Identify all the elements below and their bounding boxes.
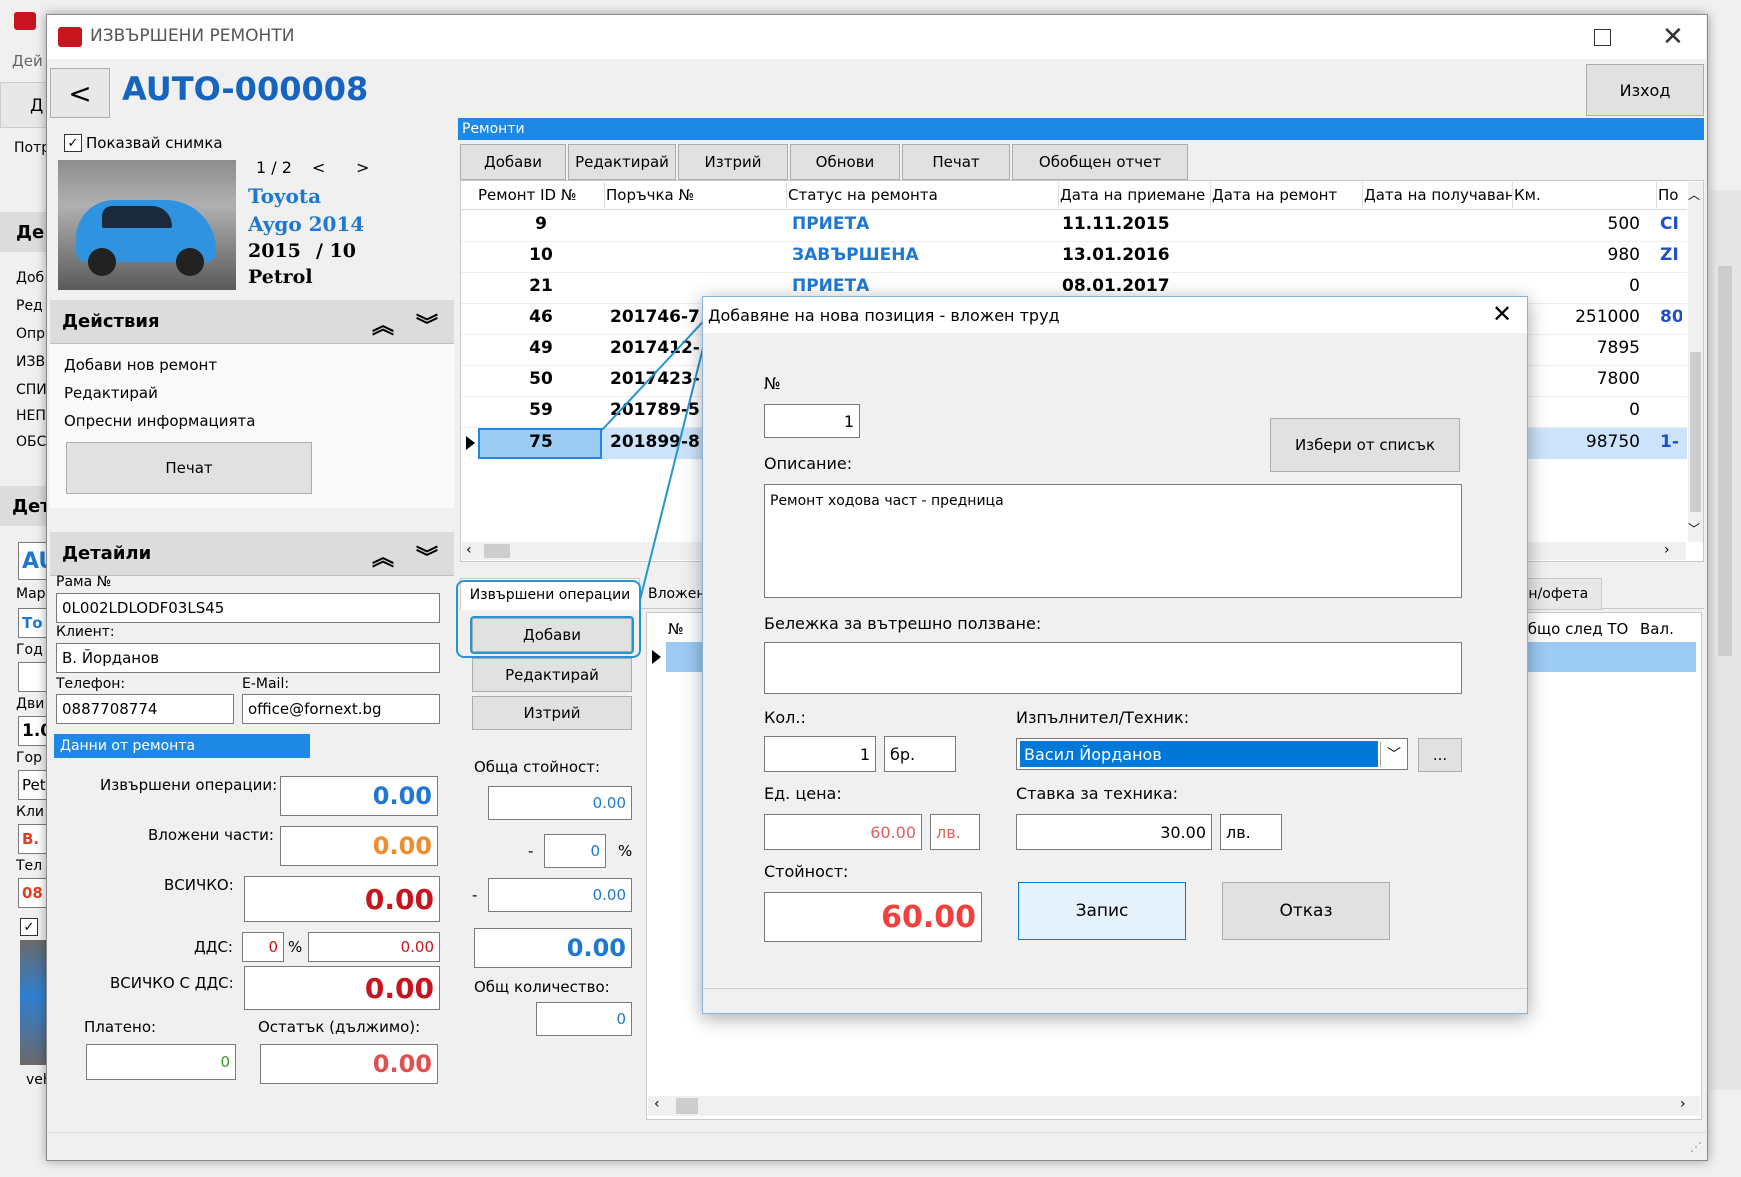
dialog-qty-label: Кол.:	[764, 708, 806, 727]
tech-browse-button[interactable]: ...	[1418, 738, 1462, 772]
dialog-title: Добавяне на нова позиция - вложен труд	[708, 306, 1060, 325]
dialog-no-label: №	[764, 374, 781, 393]
dialog-price-field[interactable]: 60.00	[764, 814, 922, 850]
tech-select-value: Васил Йорданов	[1020, 741, 1378, 767]
dialog-save-button[interactable]: Запис	[1018, 882, 1186, 940]
dialog-value-label: Стойност:	[764, 862, 849, 881]
dialog-rate-field[interactable]: 30.00	[1016, 814, 1212, 850]
dialog-close-icon[interactable]: ✕	[1492, 300, 1512, 328]
dialog-no-field[interactable]: 1	[764, 404, 860, 438]
dialog-note-field[interactable]	[764, 642, 1462, 694]
dialog-tech-label: Изпълнител/Техник:	[1016, 708, 1190, 727]
dialog-desc-label: Описание:	[764, 454, 853, 473]
dialog-value-field: 60.00	[764, 892, 982, 942]
dialog-note-label: Бележка за вътрешно ползване:	[764, 614, 1042, 633]
dialog-rate-currency: лв.	[1220, 814, 1282, 850]
dialog-footer-line	[703, 988, 1527, 989]
dialog-price-currency: лв.	[930, 814, 980, 850]
pick-from-list-button[interactable]: Избери от списък	[1270, 418, 1460, 472]
dialog-unit-field[interactable]: бр.	[884, 736, 956, 772]
dialog-cancel-button[interactable]: Отказ	[1222, 882, 1390, 940]
dialog-price-label: Ед. цена:	[764, 784, 842, 803]
dialog-qty-field[interactable]: 1	[764, 736, 876, 772]
chevron-down-icon[interactable]: ﹀	[1380, 741, 1407, 767]
dialog-desc-field[interactable]: Ремонт ходова част - предница	[764, 484, 1462, 598]
callout-line-1	[601, 311, 713, 431]
dialog-rate-label: Ставка за техника:	[1016, 784, 1179, 803]
